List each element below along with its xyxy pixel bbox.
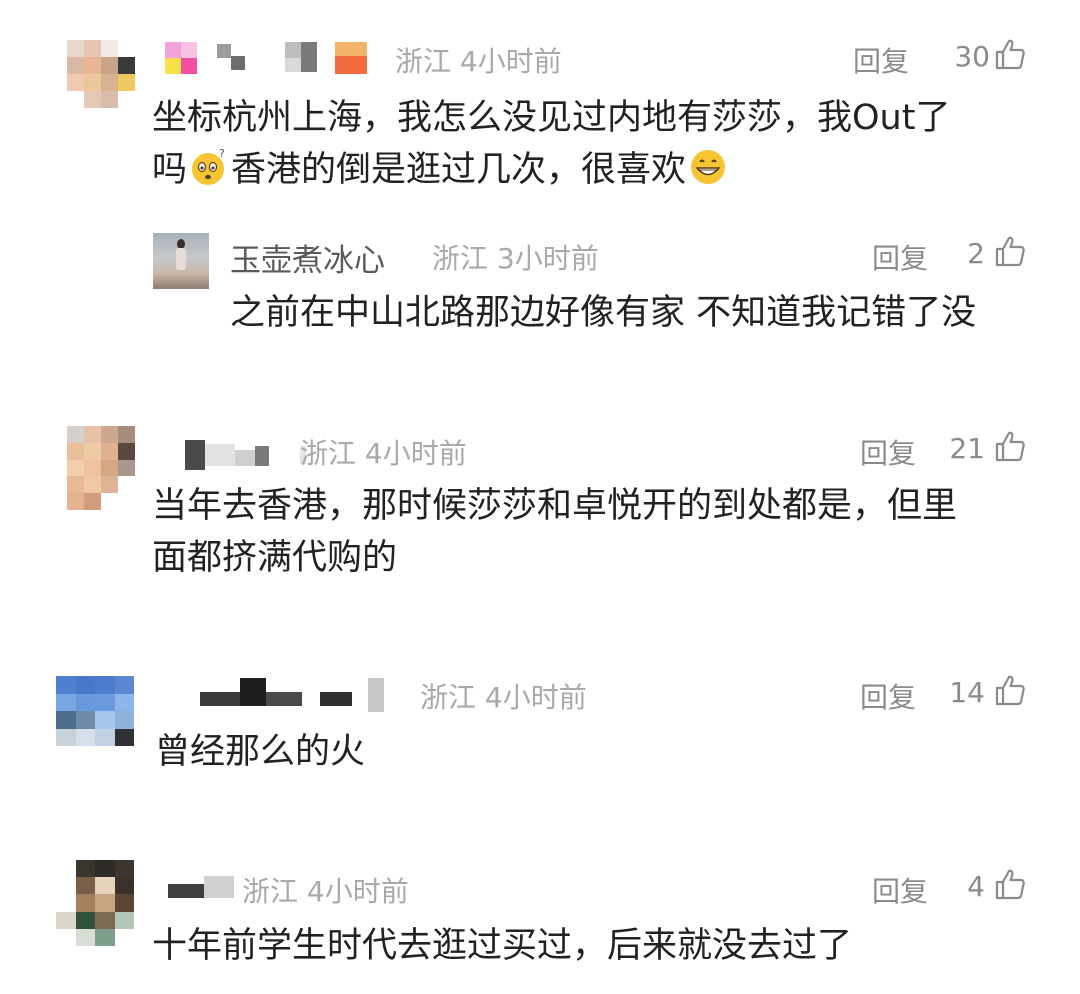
thumbs-up-icon[interactable]	[995, 235, 1025, 267]
reply-button[interactable]: 回复	[872, 870, 928, 910]
thumbs-up-icon[interactable]	[995, 674, 1025, 706]
username[interactable]: 玉壶煮冰心	[230, 235, 385, 280]
avatar[interactable]	[153, 233, 209, 289]
avatar[interactable]	[56, 676, 134, 746]
location-time: 浙江 3小时前	[432, 242, 599, 275]
reply-button[interactable]: 回复	[872, 237, 928, 277]
thumbs-up-icon[interactable]	[995, 38, 1025, 70]
thumbs-up-icon[interactable]	[995, 430, 1025, 462]
comment-text: 当年去香港，那时候莎莎和卓悦开的到处都是，但里 面都挤满代购的	[152, 486, 958, 578]
avatar[interactable]	[67, 40, 135, 108]
thinking-face: ?	[192, 147, 225, 185]
comment-text: 之前在中山北路那边好像有家 不知道我记错了没	[230, 293, 977, 333]
username-blurred[interactable]	[200, 678, 400, 712]
location-time: 浙江 4小时前	[300, 437, 467, 470]
comment-text: 曾经那么的火	[155, 732, 366, 772]
like-count: 14	[949, 676, 985, 709]
avatar[interactable]	[67, 426, 135, 510]
location-time: 浙江 4小时前	[420, 681, 587, 714]
like-count: 21	[949, 432, 985, 465]
reply-button[interactable]: 回复	[853, 40, 909, 80]
comment-4: 浙江 4小时前 回复 4 十年前学生时代去逛过买过，后来就没去过了	[0, 848, 1080, 994]
reply-comment: 玉壶煮冰心 浙江 3小时前 回复 2 之前在中山北路那边好像有家 不知道我记错了…	[0, 215, 1080, 365]
username-blurred[interactable]	[168, 874, 238, 900]
reply-button[interactable]: 回复	[860, 676, 916, 716]
comment-2: 浙江 4小时前 回复 21 当年去香港，那时候莎莎和卓悦开的到处都是，但里 面都…	[0, 410, 1080, 610]
avatar[interactable]	[56, 860, 134, 946]
like-count: 4	[967, 870, 985, 903]
username-blurred[interactable]	[185, 440, 306, 472]
location-time: 浙江 4小时前	[395, 45, 562, 78]
svg-text:?: ?	[219, 147, 225, 160]
thumbs-up-icon[interactable]	[995, 868, 1025, 900]
comment-1: 浙江 4小时前 回复 30 坐标杭州上海，我怎么没见过内地有莎莎，我Out了 吗…	[0, 0, 1080, 215]
grinning-face	[691, 150, 726, 184]
like-count: 2	[967, 237, 985, 270]
comment-text: 坐标杭州上海，我怎么没见过内地有莎莎，我Out了 吗 ? 香港的倒是逛过几次，很…	[152, 98, 951, 190]
location-time: 浙江 4小时前	[242, 875, 409, 908]
reply-button[interactable]: 回复	[860, 432, 916, 472]
username-blurred[interactable]	[165, 42, 395, 74]
like-count: 30	[954, 40, 990, 73]
comment-3: 浙江 4小时前 回复 14 曾经那么的火	[0, 660, 1080, 810]
comment-text: 十年前学生时代去逛过买过，后来就没去过了	[152, 926, 853, 966]
